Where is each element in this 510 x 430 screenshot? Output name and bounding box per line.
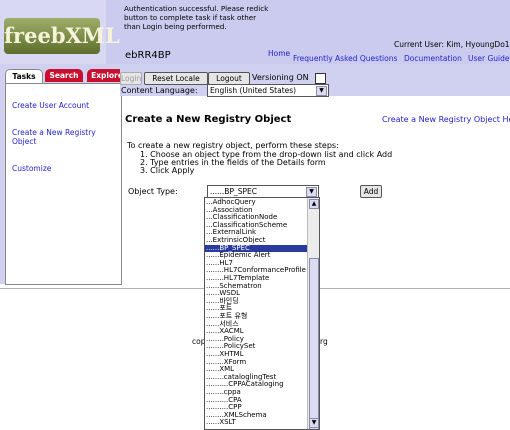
sidebar-tabs: Tasks Search Explore	[5, 69, 127, 83]
page-title: Create a New Registry Object	[125, 114, 292, 125]
scroll-up-icon[interactable]: ▲	[309, 199, 319, 209]
versioning-label: Versioning ON	[252, 73, 309, 82]
faq-link[interactable]: Frequently Asked Questions	[293, 54, 397, 63]
chevron-down-icon[interactable]: ▼	[316, 86, 327, 96]
content-language-value: English (United States)	[210, 86, 297, 95]
task-panel: Create User Account Create a New Registr…	[5, 83, 122, 285]
add-button[interactable]: Add	[360, 185, 382, 198]
tab-tasks[interactable]: Tasks	[5, 69, 43, 83]
app-title: ebRR4BP	[125, 50, 171, 61]
tab-search[interactable]: Search	[45, 69, 83, 82]
login-button[interactable]: Login	[120, 72, 142, 85]
object-type-dropdown-list[interactable]: ...AdhocQuery ...Association ...Classifica…	[204, 197, 320, 430]
task-customize[interactable]: Customize	[12, 164, 51, 173]
versioning-checkbox[interactable]	[315, 73, 326, 84]
logo-area: freebXML	[0, 0, 120, 64]
freebxml-logo[interactable]: freebXML	[4, 18, 120, 54]
help-link[interactable]: Create a New Registry Object Help	[382, 115, 510, 124]
documentation-link[interactable]: Documentation	[404, 54, 462, 63]
footer-text: rg	[320, 337, 328, 346]
instruction-step: 3. Click Apply	[140, 166, 195, 175]
auth-message: Authentication successful. Please redick…	[124, 4, 269, 31]
task-create-registry-object[interactable]: Create a New Registry Object	[12, 128, 112, 146]
scroll-down-icon[interactable]: ▼	[309, 418, 319, 428]
home-link[interactable]: Home	[268, 49, 290, 58]
dropdown-option[interactable]: ......XSLT	[205, 419, 308, 427]
chevron-down-icon[interactable]: ▼	[306, 187, 317, 197]
reset-locale-button[interactable]: Reset Locale	[144, 72, 208, 85]
user-guide-link[interactable]: User Guide	[468, 54, 510, 63]
content-language-select[interactable]: English (United States) ▼	[207, 84, 329, 97]
content-language-label: Content Language:	[121, 86, 198, 95]
object-type-label: Object Type:	[128, 187, 178, 196]
object-type-value: ......BP_SPEC	[210, 187, 257, 196]
current-user-label: Current User: Kim, HyoungDo1	[394, 40, 510, 49]
dropdown-scrollbar[interactable]: ▲ ▼	[307, 198, 319, 429]
task-create-user-account[interactable]: Create User Account	[12, 101, 89, 110]
instructions-intro: To create a new registry object, perform…	[127, 141, 339, 150]
scrollbar-thumb[interactable]	[309, 258, 319, 429]
